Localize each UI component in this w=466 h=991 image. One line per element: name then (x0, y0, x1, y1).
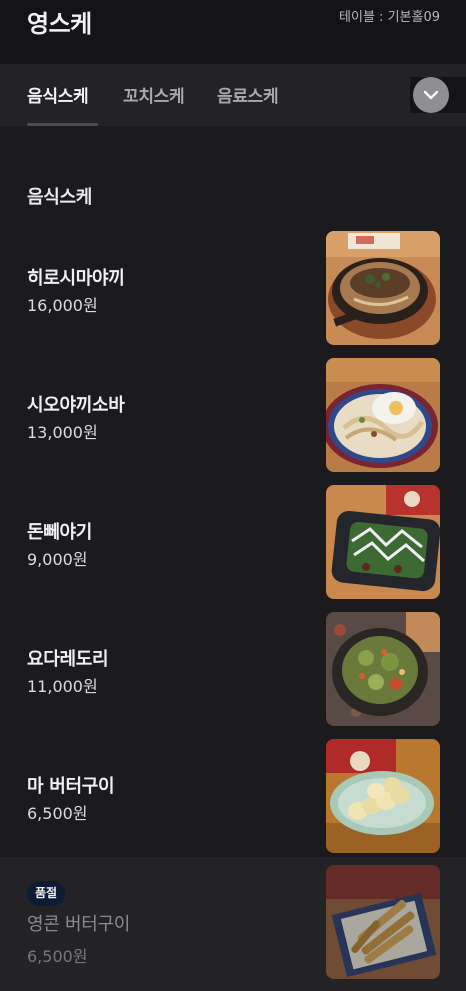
menu-item-photo (326, 231, 440, 345)
app-header: 영스케 테이블 : 기본홀09 (0, 0, 466, 64)
tab-food[interactable]: 음식스케 (27, 82, 89, 107)
tab-drinks[interactable]: 음료스케 (217, 82, 279, 107)
menu-item-price: 6,500원 (27, 804, 88, 823)
menu-item-photo (326, 865, 440, 979)
menu-item-price: 16,000원 (27, 296, 98, 315)
menu-list: 음식스케 히로시마야끼 16,000원 시오야끼소바 13,000원 돈뻬야기 … (0, 126, 466, 991)
expand-categories-button[interactable] (413, 77, 449, 113)
menu-item-name: 마 버터구이 (27, 776, 115, 797)
menu-item[interactable]: 돈뻬야기 9,000원 (0, 485, 466, 612)
menu-item-photo (326, 739, 440, 853)
menu-item-name: 요다레도리 (27, 649, 109, 670)
menu-item-price: 13,000원 (27, 423, 98, 442)
category-tabs: 음식스케 꼬치스케 음료스케 (0, 64, 466, 126)
menu-item[interactable]: 시오야끼소바 13,000원 (0, 358, 466, 485)
store-name: 영스케 (27, 10, 92, 38)
menu-item-photo (326, 485, 440, 599)
menu-item-photo (326, 612, 440, 726)
menu-item-name: 영콘 버터구이 (27, 914, 130, 935)
menu-item-photo (326, 358, 440, 472)
menu-item[interactable]: 요다레도리 11,000원 (0, 612, 466, 739)
menu-item-name: 히로시마야끼 (27, 268, 125, 289)
tab-skewers[interactable]: 꼬치스케 (123, 82, 185, 107)
menu-item-price: 11,000원 (27, 677, 98, 696)
soldout-badge: 품절 (27, 881, 66, 906)
menu-item-name: 돈뻬야기 (27, 522, 93, 543)
section-title: 음식스케 (27, 187, 93, 208)
menu-item[interactable]: 마 버터구이 6,500원 (0, 739, 466, 866)
table-info: 테이블 : 기본홀09 (339, 10, 440, 25)
menu-item[interactable]: 히로시마야끼 16,000원 (0, 231, 466, 358)
menu-item-soldout[interactable]: 품절 영콘 버터구이 6,500원 (0, 857, 466, 991)
menu-item-name: 시오야끼소바 (27, 395, 125, 416)
menu-item-price: 9,000원 (27, 550, 88, 569)
menu-item-price: 6,500원 (27, 947, 88, 966)
chevron-down-icon (423, 90, 439, 100)
